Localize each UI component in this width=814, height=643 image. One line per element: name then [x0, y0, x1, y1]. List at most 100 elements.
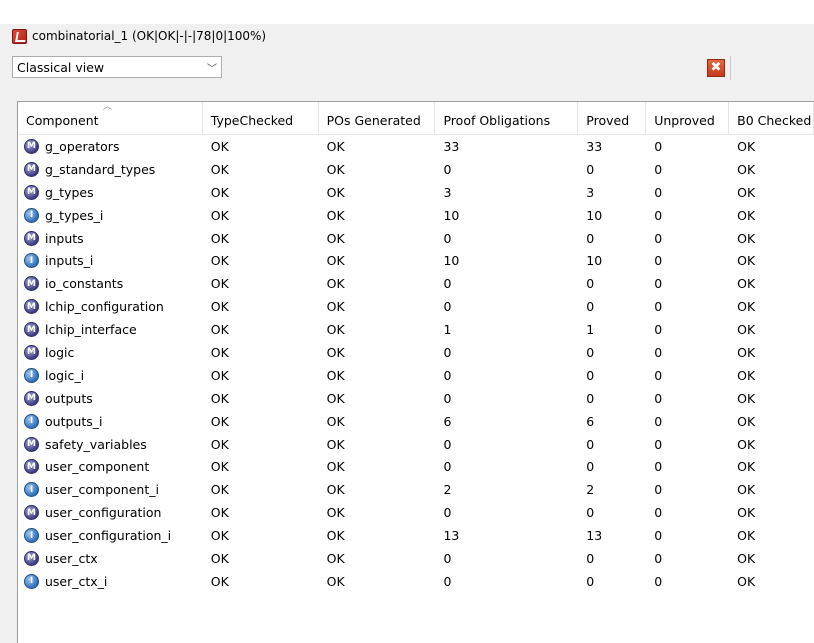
cell-typechecked: OK [210, 276, 229, 292]
implementation-icon: I [24, 367, 39, 383]
cell-proof-obligations: 0 [443, 390, 452, 406]
column-header-component[interactable]: ︿ Component [18, 102, 203, 134]
table-row[interactable]: Mg_types OK OK 3 3 0 OK [18, 181, 814, 204]
cell-unproved: 0 [654, 322, 663, 338]
cell-proved: 0 [586, 161, 595, 177]
cell-pos-generated: OK [326, 344, 345, 360]
cell-proof-obligations: 0 [443, 161, 452, 177]
cell-component[interactable]: Mlchip_interface [18, 322, 203, 338]
table-row[interactable]: Iuser_configuration_i OK OK 13 13 0 OK [18, 524, 814, 547]
view-mode-dropdown[interactable]: Classical view ﹀ [12, 56, 222, 78]
table-row[interactable]: Mlchip_configuration OK OK 0 0 0 OK [18, 295, 814, 318]
cell-pos-generated: OK [326, 482, 345, 498]
component-name: user_configuration_i [45, 528, 172, 544]
cell-component[interactable]: Ioutputs_i [18, 413, 203, 429]
component-name: user_ctx_i [45, 573, 108, 589]
table-row[interactable]: Mg_standard_types OK OK 0 0 0 OK [18, 158, 814, 181]
table-row[interactable]: Iinputs_i OK OK 10 10 0 OK [18, 249, 814, 272]
component-name: g_operators [45, 138, 120, 154]
cell-proof-obligations: 0 [443, 344, 452, 360]
table-row[interactable]: Mg_operators OK OK 33 33 0 OK [18, 135, 814, 158]
cell-component[interactable]: Minputs [18, 230, 203, 246]
cell-proved: 0 [586, 367, 595, 383]
cell-pos-generated: OK [326, 413, 345, 429]
cell-proof-obligations: 6 [443, 413, 452, 429]
cell-b0-checked: OK [737, 161, 756, 177]
cell-proof-obligations: 10 [443, 207, 460, 223]
table-row[interactable]: Iuser_component_i OK OK 2 2 0 OK [18, 478, 814, 501]
table-row[interactable]: Moutputs OK OK 0 0 0 OK [18, 387, 814, 410]
table-row[interactable]: Muser_component OK OK 0 0 0 OK [18, 455, 814, 478]
cell-component[interactable]: Mg_operators [18, 138, 203, 154]
cell-b0-checked: OK [737, 505, 756, 521]
cell-proof-obligations: 3 [443, 184, 452, 200]
cell-unproved: 0 [654, 482, 663, 498]
cell-component[interactable]: Iinputs_i [18, 253, 203, 269]
column-header-b0-checked[interactable]: B0 Checked [729, 102, 814, 134]
component-name: logic [45, 344, 75, 360]
cell-component[interactable]: Mlogic [18, 344, 203, 360]
column-header-pos-generated[interactable]: POs Generated [319, 102, 436, 134]
table-row[interactable]: Muser_ctx OK OK 0 0 0 OK [18, 547, 814, 570]
cell-pos-generated: OK [326, 528, 345, 544]
cell-component[interactable]: Ilogic_i [18, 367, 203, 383]
cell-component[interactable]: Muser_component [18, 459, 203, 475]
cell-typechecked: OK [210, 161, 229, 177]
column-header-proved[interactable]: Proved [578, 102, 647, 134]
table-row[interactable]: Msafety_variables OK OK 0 0 0 OK [18, 433, 814, 456]
table-row[interactable]: Ig_types_i OK OK 10 10 0 OK [18, 204, 814, 227]
cell-component[interactable]: Moutputs [18, 390, 203, 406]
table-row[interactable]: Ioutputs_i OK OK 6 6 0 OK [18, 410, 814, 433]
cell-proved: 0 [586, 276, 595, 292]
cell-component[interactable]: Iuser_component_i [18, 482, 203, 498]
cell-component[interactable]: Mio_constants [18, 276, 203, 292]
table-row[interactable]: Mlogic OK OK 0 0 0 OK [18, 341, 814, 364]
table-row[interactable]: Ilogic_i OK OK 0 0 0 OK [18, 364, 814, 387]
cell-unproved: 0 [654, 344, 663, 360]
machine-icon: M [24, 344, 39, 360]
chevron-down-icon: ﹀ [207, 63, 217, 75]
cell-proof-obligations: 0 [443, 299, 452, 315]
cell-component[interactable]: Ig_types_i [18, 207, 203, 223]
cell-pos-generated: OK [326, 207, 345, 223]
component-name: g_standard_types [45, 161, 156, 177]
component-name: logic_i [45, 367, 85, 383]
table-header: ︿ Component TypeChecked POs Generated Pr… [18, 102, 814, 135]
cell-component[interactable]: Mg_standard_types [18, 161, 203, 177]
components-table[interactable]: ︿ Component TypeChecked POs Generated Pr… [17, 101, 814, 643]
close-view-button[interactable]: ✖ [707, 56, 731, 80]
table-row[interactable]: Muser_configuration OK OK 0 0 0 OK [18, 501, 814, 524]
table-row[interactable]: Minputs OK OK 0 0 0 OK [18, 227, 814, 250]
close-icon: ✖ [707, 59, 725, 77]
cell-component[interactable]: Iuser_configuration_i [18, 528, 203, 544]
cell-component[interactable]: Iuser_ctx_i [18, 573, 203, 589]
cell-b0-checked: OK [737, 550, 756, 566]
cell-b0-checked: OK [737, 253, 756, 269]
component-name: lchip_configuration [45, 299, 164, 315]
column-header-typechecked[interactable]: TypeChecked [203, 102, 319, 134]
cell-component[interactable]: Mg_types [18, 184, 203, 200]
table-row[interactable]: Mlchip_interface OK OK 1 1 0 OK [18, 318, 814, 341]
cell-b0-checked: OK [737, 276, 756, 292]
cell-typechecked: OK [210, 344, 229, 360]
cell-proof-obligations: 0 [443, 276, 452, 292]
column-header-label: Component [26, 113, 99, 128]
cell-pos-generated: OK [326, 138, 345, 154]
component-name: user_component_i [45, 482, 159, 498]
machine-icon: M [24, 436, 39, 452]
cell-component[interactable]: Mlchip_configuration [18, 299, 203, 315]
cell-b0-checked: OK [737, 573, 756, 589]
implementation-icon: I [24, 253, 39, 269]
machine-icon: M [24, 230, 39, 246]
column-header-proof-obligations[interactable]: Proof Obligations [435, 102, 579, 134]
column-header-unproved[interactable]: Unproved [646, 102, 730, 134]
cell-typechecked: OK [210, 299, 229, 315]
table-row[interactable]: Iuser_ctx_i OK OK 0 0 0 OK [18, 570, 814, 593]
cell-component[interactable]: Msafety_variables [18, 436, 203, 452]
table-row[interactable]: Mio_constants OK OK 0 0 0 OK [18, 272, 814, 295]
cell-proof-obligations: 0 [443, 550, 452, 566]
cell-component[interactable]: Muser_ctx [18, 550, 203, 566]
cell-component[interactable]: Muser_configuration [18, 505, 203, 521]
cell-proof-obligations: 1 [443, 322, 452, 338]
cell-b0-checked: OK [737, 138, 756, 154]
